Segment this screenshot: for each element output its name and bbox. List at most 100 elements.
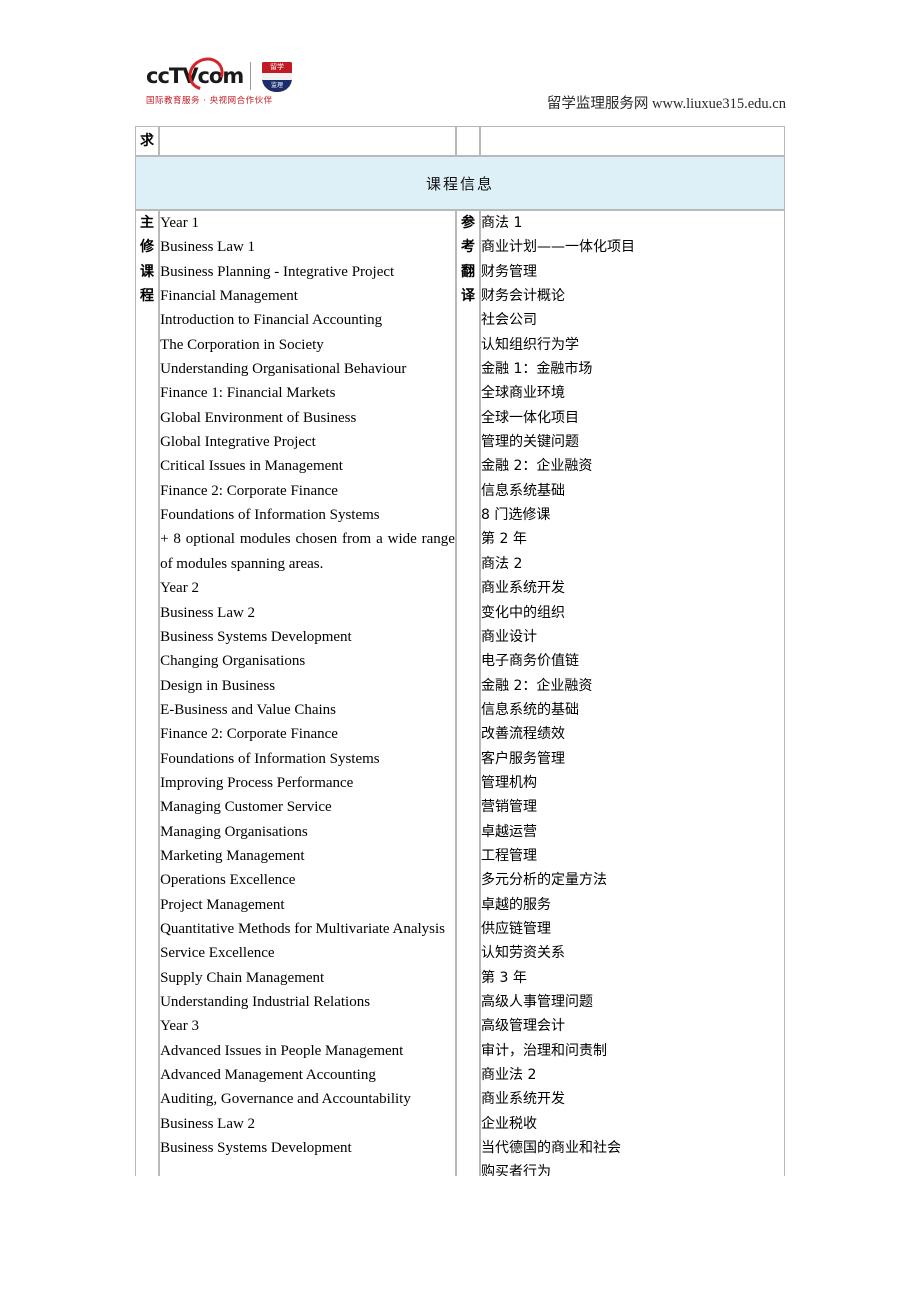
english-course-item: Marketing Management: [160, 847, 305, 864]
chinese-course-item: 认知劳资关系: [481, 945, 566, 962]
chinese-course-item: 企业税收: [481, 1115, 538, 1132]
translation-label-cell: 参 考 翻 译: [455, 210, 481, 1176]
logo-divider: [250, 62, 251, 90]
chinese-course-item: 财务会计概论: [481, 288, 566, 305]
chinese-course-item: 认知组织行为学: [481, 336, 580, 353]
table-row-courses: 主 修 课 程 Year 1 Business Law 1 Business Pla…: [135, 210, 785, 1176]
page-header: ccTVcom 留学 监理 国际教育服务 · 央视网合作伙伴 留学监理服务网 w…: [0, 0, 920, 126]
chinese-course-item: 卓越的服务: [481, 896, 552, 913]
badge-top-text: 留学: [262, 62, 292, 73]
label-char-3: 程: [140, 287, 155, 304]
chinese-course-item: 管理机构: [481, 774, 538, 791]
english-course-item: Foundations of Information Systems: [160, 507, 380, 524]
badge-bottom-text: 监理: [262, 80, 292, 92]
chinese-course-item: 多元分析的定量方法: [481, 872, 608, 889]
chinese-course-item: 高级人事管理问题: [481, 994, 594, 1010]
tlabel-char-1: 考: [461, 239, 475, 256]
chinese-course-item: 当代德国的商业和社会: [481, 1140, 622, 1157]
chinese-course-item: 商业设计: [481, 628, 538, 645]
stub-label-cell: 求: [135, 126, 160, 156]
label-char-1: 修: [140, 239, 155, 256]
chinese-course-item: 改善流程绩效: [481, 726, 566, 743]
english-course-item: Managing Organisations: [160, 823, 308, 840]
logo-swoosh-icon: [182, 51, 230, 97]
chinese-course-item: 财务管理: [481, 263, 538, 280]
stub-empty-cell-left: [159, 126, 456, 156]
english-course-item: + 8 optional modules chosen from a wide …: [160, 531, 455, 572]
chinese-courses-cell: 商法 1 商业计划——一体化项目 财务管理 财务会计概论 社会公司 认知组织行为学 金融 1…: [480, 210, 785, 1176]
chinese-course-item: 商业系统开发: [481, 1091, 566, 1108]
english-course-item: Quantitative Methods for Multivariate An…: [160, 920, 446, 937]
english-course-item: Finance 1: Financial Markets: [160, 385, 336, 402]
chinese-course-item: 金融 2：企业融资: [481, 458, 593, 475]
page-clip-region: ccTVcom 留学 监理 国际教育服务 · 央视网合作伙伴 留学监理服务网 w…: [0, 0, 920, 1176]
table-row-stub: 求: [135, 126, 785, 156]
chinese-course-item: 全球一体化项目: [481, 409, 580, 426]
table-row-banner: 课程信息: [135, 156, 785, 210]
main-courses-label-cell: 主 修 课 程: [135, 210, 160, 1176]
logo-wordmark-row: ccTVcom 留学 监理: [146, 51, 298, 97]
english-course-item: E-Business and Value Chains: [160, 701, 337, 718]
english-course-item: Critical Issues in Management: [160, 458, 343, 475]
english-course-item: Financial Management: [160, 288, 298, 305]
chinese-course-item: 工程管理: [481, 847, 538, 864]
badge-stripe: [262, 73, 292, 80]
tlabel-char-2: 翻: [461, 263, 475, 280]
chinese-course-item: 电子商务价值链: [481, 653, 580, 670]
chinese-course-item: 客户服务管理: [481, 750, 566, 767]
chinese-course-item: 第 3 年: [481, 969, 527, 986]
english-course-item: Understanding Organisational Behaviour: [160, 361, 407, 378]
english-course-item: Business Systems Development: [160, 1140, 352, 1157]
chinese-course-item: 金融 2：企业融资: [481, 677, 593, 694]
english-course-list: Year 1 Business Law 1 Business Planning - …: [160, 211, 455, 1160]
english-course-item: Introduction to Financial Accounting: [160, 312, 383, 329]
english-course-item: Year 3: [160, 1018, 199, 1035]
english-course-item: Foundations of Information Systems: [160, 750, 380, 767]
english-course-item: The Corporation in Society: [160, 336, 324, 353]
cctv-logo: ccTVcom 留学 监理 国际教育服务 · 央视网合作伙伴: [146, 51, 298, 112]
english-course-item: Year 2: [160, 580, 199, 597]
english-course-item: Global Environment of Business: [160, 409, 357, 426]
english-course-item: Supply Chain Management: [160, 969, 325, 986]
stub-empty-cell-mid: [455, 126, 481, 156]
english-course-item: Understanding Industrial Relations: [160, 994, 371, 1010]
chinese-course-item: 供应链管理: [481, 920, 552, 937]
english-course-item: Advanced Management Accounting: [160, 1067, 376, 1084]
chinese-course-item: 审计，治理和问责制: [481, 1042, 608, 1059]
chinese-course-item: 商法 1: [481, 215, 523, 231]
english-courses-cell: Year 1 Business Law 1 Business Planning - …: [159, 210, 456, 1176]
english-course-item: Improving Process Performance: [160, 774, 354, 791]
english-course-item: Changing Organisations: [160, 653, 306, 670]
course-info-table: 求 课程信息 主 修 课 程 Year 1 Business Law 1 Busin…: [135, 126, 785, 1176]
main-courses-vertical-label: 主 修 课 程: [136, 211, 158, 308]
tlabel-char-0: 参: [461, 215, 475, 231]
english-course-item: Advanced Issues in People Management: [160, 1042, 404, 1059]
chinese-course-item: 变化中的组织: [481, 604, 566, 621]
english-course-item: Year 1: [160, 215, 199, 231]
chinese-course-item: 营销管理: [481, 799, 538, 816]
label-char-2: 课: [140, 263, 155, 280]
chinese-course-item: 购买者行为: [481, 1164, 552, 1176]
site-url: www.liuxue315.edu.cn: [652, 96, 786, 112]
english-course-item: Project Management: [160, 896, 285, 913]
chinese-course-item: 商法 2: [481, 555, 523, 572]
english-course-item: Global Integrative Project: [160, 434, 316, 451]
chinese-course-item: 信息系统基础: [481, 482, 566, 499]
tlabel-char-3: 译: [461, 287, 475, 304]
english-course-item: Auditing, Governance and Accountability: [160, 1091, 411, 1108]
label-char-0: 主: [140, 215, 155, 231]
english-course-item: Business Systems Development: [160, 628, 352, 645]
site-identity: 留学监理服务网 www.liuxue315.edu.cn: [547, 92, 786, 113]
chinese-course-item: 商业计划——一体化项目: [481, 239, 636, 256]
chinese-course-item: 信息系统的基础: [481, 701, 580, 718]
english-course-item: Business Law 1: [160, 239, 256, 256]
english-course-item: Service Excellence: [160, 945, 275, 962]
course-info-banner: 课程信息: [135, 156, 785, 210]
english-course-item: Finance 2: Corporate Finance: [160, 482, 338, 499]
chinese-course-item: 第 2 年: [481, 531, 527, 548]
english-course-item: Finance 2: Corporate Finance: [160, 726, 338, 743]
chinese-course-list: 商法 1 商业计划——一体化项目 财务管理 财务会计概论 社会公司 认知组织行为学 金融 1…: [481, 211, 784, 1176]
liuxue-badge-icon: 留学 监理: [262, 62, 292, 92]
english-course-item: Business Planning - Integrative Project: [160, 263, 395, 280]
site-name: 留学监理服务网: [546, 96, 649, 112]
